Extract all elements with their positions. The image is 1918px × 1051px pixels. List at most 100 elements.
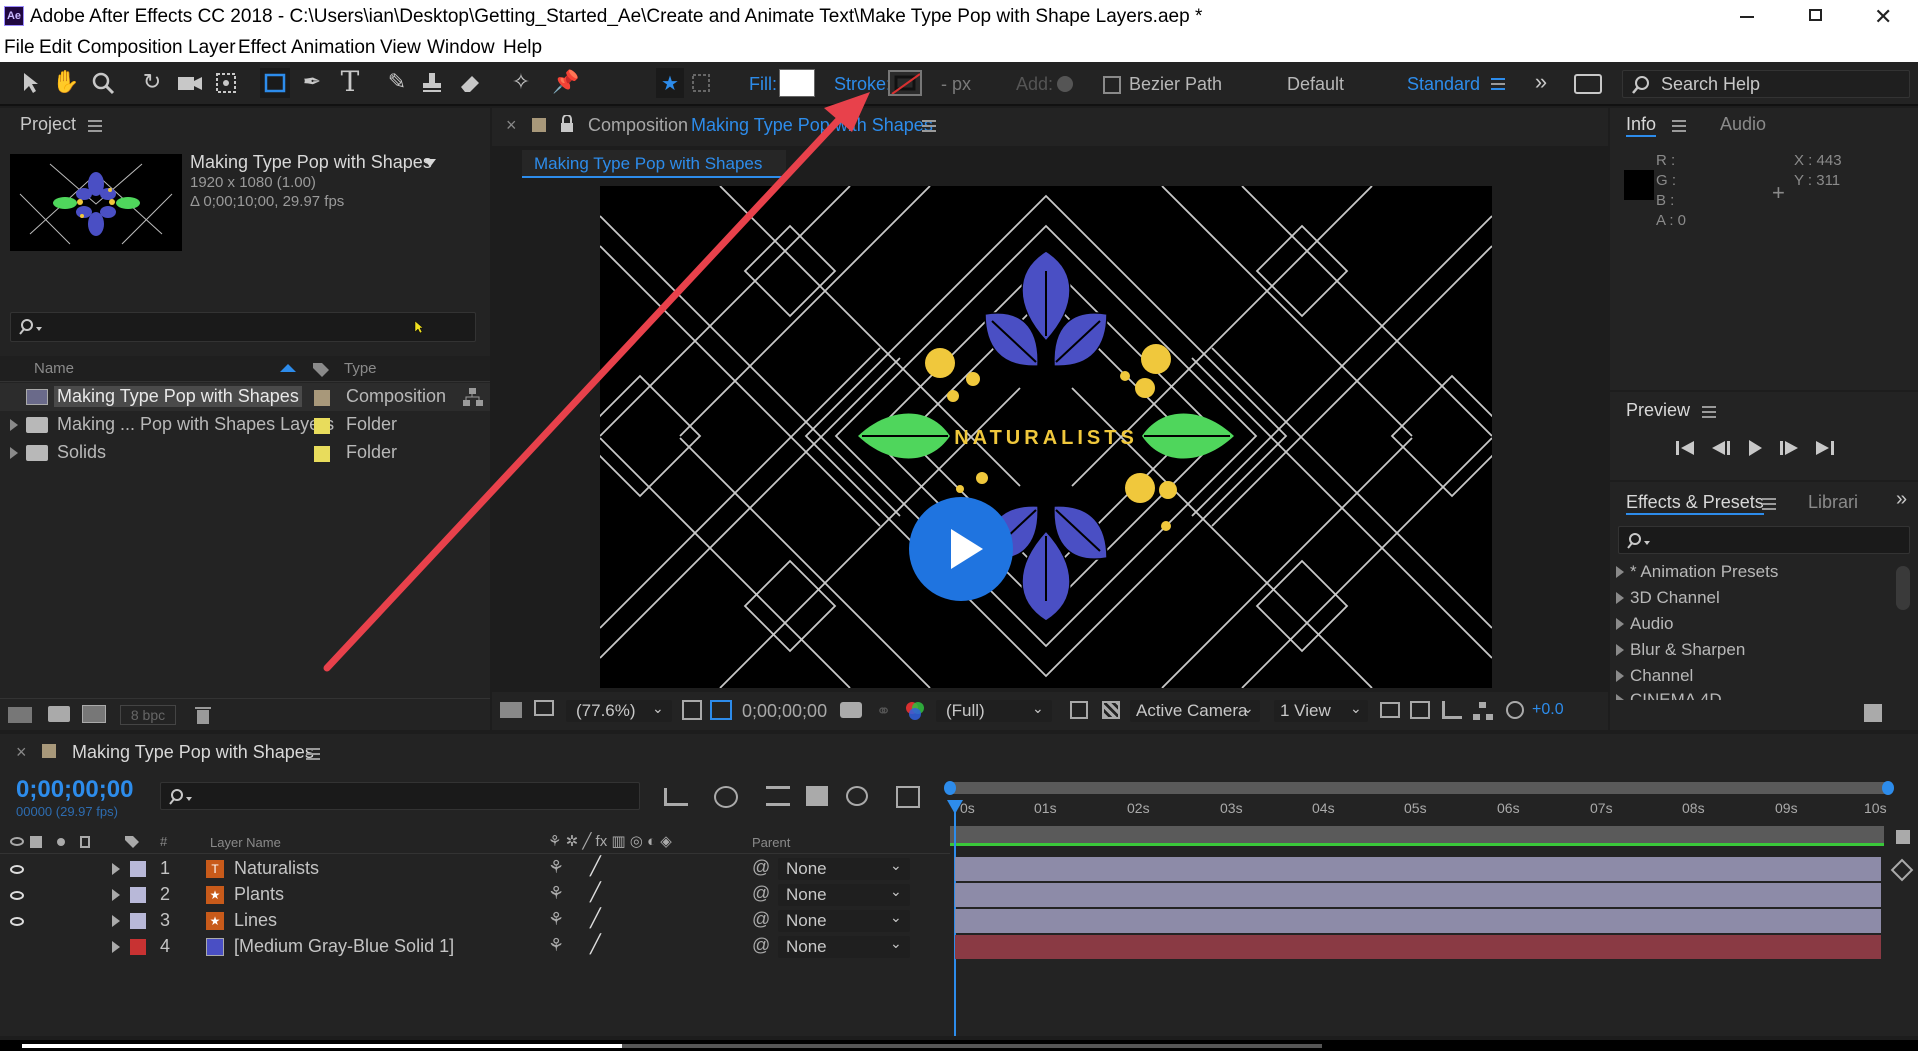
label-swatch[interactable] xyxy=(130,861,146,877)
pen-tool-icon[interactable]: ✒ xyxy=(298,68,326,96)
graph-editor-icon[interactable] xyxy=(896,786,920,808)
expand-arrow-icon[interactable] xyxy=(10,447,18,459)
show-snapshot-icon[interactable]: ⚭ xyxy=(876,701,891,722)
roto-brush-tool-icon[interactable]: ✧ xyxy=(506,68,536,96)
effects-search-input[interactable] xyxy=(1618,526,1910,554)
resolution-dropdown[interactable]: (Full) ⌄ xyxy=(936,700,1052,722)
flowchart-icon[interactable] xyxy=(1472,701,1494,721)
play-icon[interactable] xyxy=(1746,439,1764,457)
views-dropdown[interactable]: 1 View ⌄ xyxy=(1274,700,1368,722)
item-dropdown-chevron-icon[interactable] xyxy=(424,159,436,167)
rectangle-tool-icon[interactable] xyxy=(260,68,290,98)
workspace-menu-icon[interactable] xyxy=(1491,78,1505,90)
menu-view[interactable]: View xyxy=(380,37,421,59)
stroke-width-value[interactable]: - px xyxy=(941,74,971,95)
zoom-dropdown[interactable]: (77.6%) ⌄ xyxy=(566,700,672,722)
project-row[interactable]: Solids Folder xyxy=(0,439,490,467)
sync-settings-icon[interactable] xyxy=(1574,74,1602,94)
audio-tab[interactable]: Audio xyxy=(1720,114,1766,135)
grid-guides-icon[interactable] xyxy=(682,700,702,720)
collapse-switch-icon[interactable]: ⚘ xyxy=(548,909,564,930)
comp-marker-well-icon[interactable] xyxy=(1896,830,1910,844)
comp-tab-name[interactable]: Making Type Pop with Shapes xyxy=(691,115,933,136)
always-preview-icon[interactable] xyxy=(500,702,522,718)
menu-animation[interactable]: Animation xyxy=(291,37,376,59)
col-name-header[interactable]: Name xyxy=(34,360,74,377)
quality-switch-icon[interactable]: ╱ xyxy=(590,856,601,877)
label-swatch[interactable] xyxy=(314,390,330,406)
camera-dropdown[interactable]: Active Camera ⌄ xyxy=(1130,700,1260,722)
col-type-header[interactable]: Type xyxy=(344,360,377,377)
selection-tool-icon[interactable] xyxy=(18,70,44,96)
layer-duration-bar[interactable] xyxy=(955,935,1881,959)
clone-stamp-tool-icon[interactable] xyxy=(418,70,446,96)
snapshot-camera-icon[interactable] xyxy=(840,702,862,718)
navigator-end-handle[interactable] xyxy=(1882,781,1894,795)
channel-color-icon[interactable] xyxy=(904,700,926,722)
parent-dropdown[interactable]: None ⌄ xyxy=(778,935,910,958)
layer-duration-bar[interactable] xyxy=(955,883,1881,907)
comp-mini-flowchart-icon[interactable] xyxy=(664,788,688,806)
parent-dropdown[interactable]: None ⌄ xyxy=(778,857,910,880)
lock-icon[interactable] xyxy=(560,115,574,133)
info-tab[interactable]: Info xyxy=(1626,114,1657,137)
time-navigator[interactable] xyxy=(944,781,1894,795)
project-menu-icon[interactable] xyxy=(88,120,102,132)
work-area-bar[interactable] xyxy=(950,826,1884,846)
restore-button[interactable] xyxy=(1809,9,1822,21)
menu-edit[interactable]: Edit xyxy=(39,37,72,59)
project-search-input[interactable] xyxy=(10,312,476,342)
type-tool-icon[interactable]: T xyxy=(336,65,364,98)
parent-dropdown[interactable]: None ⌄ xyxy=(778,883,910,906)
libraries-tab[interactable]: Librari xyxy=(1808,492,1858,513)
workspace-standard[interactable]: Standard xyxy=(1407,74,1480,95)
previous-frame-icon[interactable] xyxy=(1710,440,1732,456)
expand-arrow-icon[interactable] xyxy=(112,863,120,875)
pan-behind-tool-icon[interactable] xyxy=(213,70,239,96)
bezier-path-checkbox[interactable] xyxy=(1103,76,1121,94)
quality-switch-icon[interactable]: ╱ xyxy=(590,882,601,903)
sort-ascending-icon[interactable] xyxy=(280,364,296,372)
menu-effect[interactable]: Effect xyxy=(238,37,286,59)
expand-workspaces-icon[interactable]: » xyxy=(1528,68,1554,96)
effects-list-item[interactable]: Blur & Sharpen xyxy=(1612,640,1745,660)
pickwhip-icon[interactable]: @ xyxy=(752,935,770,956)
collapse-switch-icon[interactable]: ⚘ xyxy=(548,935,564,956)
time-ruler[interactable]: 0s 01s 02s 03s 04s 05s 06s 07s 08s 09s 1… xyxy=(950,796,1890,824)
layer-row[interactable]: 4 [Medium Gray-Blue Solid 1] ⚘ ╱ @ None ⌄ xyxy=(0,934,950,960)
eraser-tool-icon[interactable] xyxy=(456,70,484,96)
play-video-button[interactable] xyxy=(909,497,1013,601)
reset-exposure-icon[interactable] xyxy=(1506,701,1524,719)
timeline-tab[interactable]: Making Type Pop with Shapes xyxy=(72,742,314,763)
layer-duration-bar[interactable] xyxy=(955,909,1881,933)
info-menu-icon[interactable] xyxy=(1672,120,1686,132)
monitor-icon[interactable] xyxy=(534,700,554,716)
collapse-switch-icon[interactable]: ⚘ xyxy=(548,857,564,878)
lock-icon[interactable] xyxy=(80,836,90,848)
audio-speaker-icon[interactable] xyxy=(30,836,42,848)
workspace-default[interactable]: Default xyxy=(1287,74,1344,95)
pickwhip-icon[interactable]: @ xyxy=(752,909,770,930)
expand-arrow-icon[interactable] xyxy=(10,419,18,431)
expand-arrow-icon[interactable] xyxy=(112,889,120,901)
label-swatch[interactable] xyxy=(314,418,330,434)
menu-layer[interactable]: Layer xyxy=(188,37,236,59)
minimize-button[interactable] xyxy=(1740,16,1754,18)
region-of-interest-icon[interactable] xyxy=(1070,701,1088,719)
mask-toggle-icon[interactable] xyxy=(688,70,714,96)
new-folder-icon[interactable] xyxy=(48,706,70,722)
pickwhip-icon[interactable]: @ xyxy=(752,857,770,878)
timeline-search-input[interactable] xyxy=(160,782,640,810)
interpret-footage-icon[interactable] xyxy=(8,707,32,723)
close-button[interactable]: ✕ xyxy=(1874,4,1892,30)
effects-list-item[interactable]: Channel xyxy=(1612,666,1693,686)
zoom-tool-icon[interactable] xyxy=(90,70,116,96)
rotate-tool-icon[interactable]: ↻ xyxy=(138,68,166,96)
add-menu-icon[interactable] xyxy=(1057,76,1073,92)
label-tag-icon[interactable] xyxy=(124,835,140,849)
fast-previews-icon[interactable] xyxy=(1410,701,1430,719)
label-swatch[interactable] xyxy=(130,887,146,903)
motion-blur-icon[interactable] xyxy=(846,786,868,806)
frame-blending-icon[interactable] xyxy=(806,786,828,806)
project-tab[interactable]: Project xyxy=(20,114,76,135)
